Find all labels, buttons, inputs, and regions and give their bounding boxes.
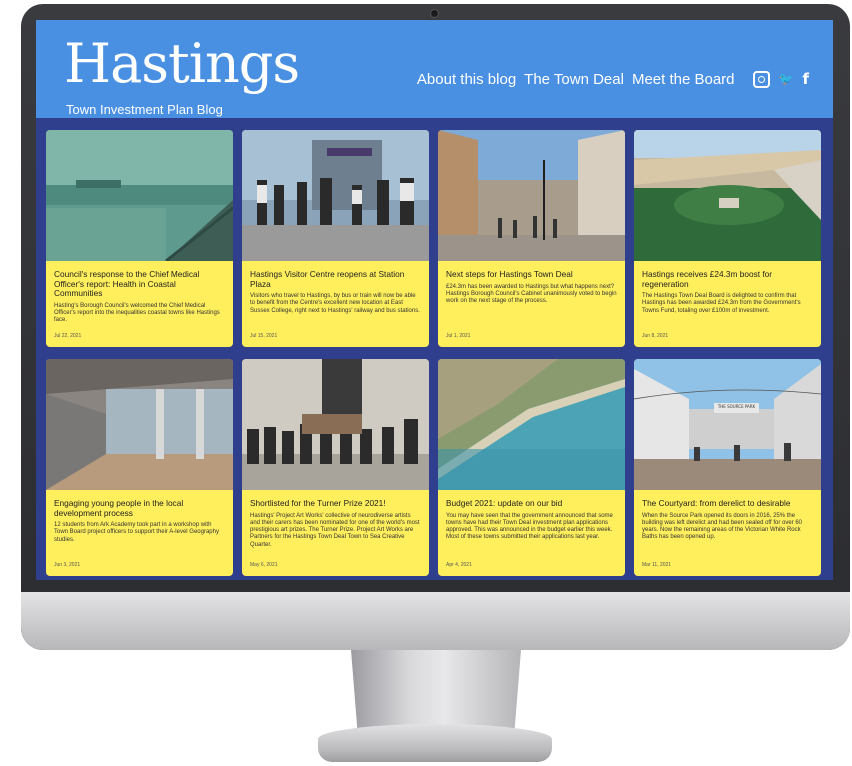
post-excerpt: The Hastings Town Deal Board is delighte… bbox=[642, 293, 801, 314]
post-image-walkway bbox=[46, 359, 233, 490]
post-date: May 6, 2021 bbox=[250, 562, 278, 568]
post-image-seafront bbox=[46, 130, 233, 261]
screen: Hastings Town Investment Plan Blog About… bbox=[36, 20, 833, 580]
facebook-icon[interactable]: f bbox=[802, 70, 809, 88]
post-card[interactable]: Council's response to the Chief Medical … bbox=[46, 130, 233, 347]
post-image-artists bbox=[242, 359, 429, 490]
post-excerpt: 12 students from Ark Academy took part i… bbox=[54, 522, 219, 543]
post-image-visitor-centre bbox=[242, 130, 429, 261]
monitor-chin bbox=[21, 592, 850, 650]
post-image-aerial-coastline bbox=[438, 359, 625, 490]
post-date: Jul 22, 2021 bbox=[54, 333, 82, 339]
site-tagline: Town Investment Plan Blog bbox=[66, 102, 223, 117]
post-date: Apr 4, 2021 bbox=[446, 562, 472, 568]
post-date: Jun 3, 2021 bbox=[54, 562, 81, 568]
post-date: Jul 1, 2021 bbox=[446, 333, 471, 339]
nav-town-deal[interactable]: The Town Deal bbox=[524, 71, 624, 88]
post-card[interactable]: Engaging young people in the local devel… bbox=[46, 359, 233, 576]
post-card[interactable]: Budget 2021: update on our bid You may h… bbox=[438, 359, 625, 576]
post-card[interactable]: THE SOURCE PARK The Courtyard: from dere… bbox=[634, 359, 821, 576]
social-links: 🐦 f bbox=[752, 70, 809, 88]
post-card[interactable]: Hastings receives £24.3m boost for regen… bbox=[634, 130, 821, 347]
post-card[interactable]: Hastings Visitor Centre reopens at Stati… bbox=[242, 130, 429, 347]
post-date: Mar 11, 2021 bbox=[642, 562, 672, 568]
post-date: Jul 15, 2021 bbox=[250, 333, 278, 339]
sign-text: THE SOURCE PARK bbox=[717, 404, 756, 409]
site-header: Hastings Town Investment Plan Blog About… bbox=[36, 20, 833, 118]
main-nav: About this blog The Town Deal Meet the B… bbox=[417, 70, 809, 88]
post-title[interactable]: The Courtyard: from derelict to desirabl… bbox=[642, 498, 813, 509]
post-excerpt: When the Source Park opened its doors in… bbox=[642, 512, 802, 541]
post-excerpt: Hasting's Borough Council's welcomed the… bbox=[54, 302, 220, 324]
post-excerpt: £24.3m has been awarded to Hastings but … bbox=[446, 283, 617, 305]
post-image-high-street bbox=[438, 130, 625, 261]
post-date: Jun 8, 2021 bbox=[642, 333, 669, 339]
post-image-coastal-aerial bbox=[634, 130, 821, 261]
monitor-stand-neck bbox=[351, 650, 521, 735]
site-logo[interactable]: Hastings bbox=[64, 34, 300, 94]
post-excerpt: Visitors who travel to Hastings, by bus … bbox=[250, 293, 420, 314]
webcam bbox=[430, 9, 439, 18]
post-image-courtyard: THE SOURCE PARK bbox=[634, 359, 821, 490]
post-card[interactable]: Next steps for Hastings Town Deal £24.3m… bbox=[438, 130, 625, 347]
monitor-stand-base bbox=[318, 724, 552, 762]
post-title[interactable]: Council's response to the Chief Medical … bbox=[54, 269, 225, 299]
nav-meet-board[interactable]: Meet the Board bbox=[632, 71, 735, 88]
post-title[interactable]: Next steps for Hastings Town Deal bbox=[446, 269, 617, 280]
post-title[interactable]: Engaging young people in the local devel… bbox=[54, 498, 225, 518]
post-grid: Council's response to the Chief Medical … bbox=[46, 130, 832, 580]
post-card[interactable]: Shortlisted for the Turner Prize 2021! H… bbox=[242, 359, 429, 576]
post-excerpt: Hastings' Project Art Works' collective … bbox=[250, 512, 420, 548]
nav-about[interactable]: About this blog bbox=[417, 71, 516, 88]
post-title[interactable]: Shortlisted for the Turner Prize 2021! bbox=[250, 498, 421, 509]
post-title[interactable]: Budget 2021: update on our bid bbox=[446, 498, 617, 509]
instagram-icon[interactable] bbox=[752, 70, 770, 88]
post-title[interactable]: Hastings receives £24.3m boost for regen… bbox=[642, 269, 813, 289]
twitter-icon[interactable]: 🐦 bbox=[779, 72, 794, 86]
post-title[interactable]: Hastings Visitor Centre reopens at Stati… bbox=[250, 269, 421, 289]
post-excerpt: You may have seen that the government an… bbox=[446, 512, 613, 541]
